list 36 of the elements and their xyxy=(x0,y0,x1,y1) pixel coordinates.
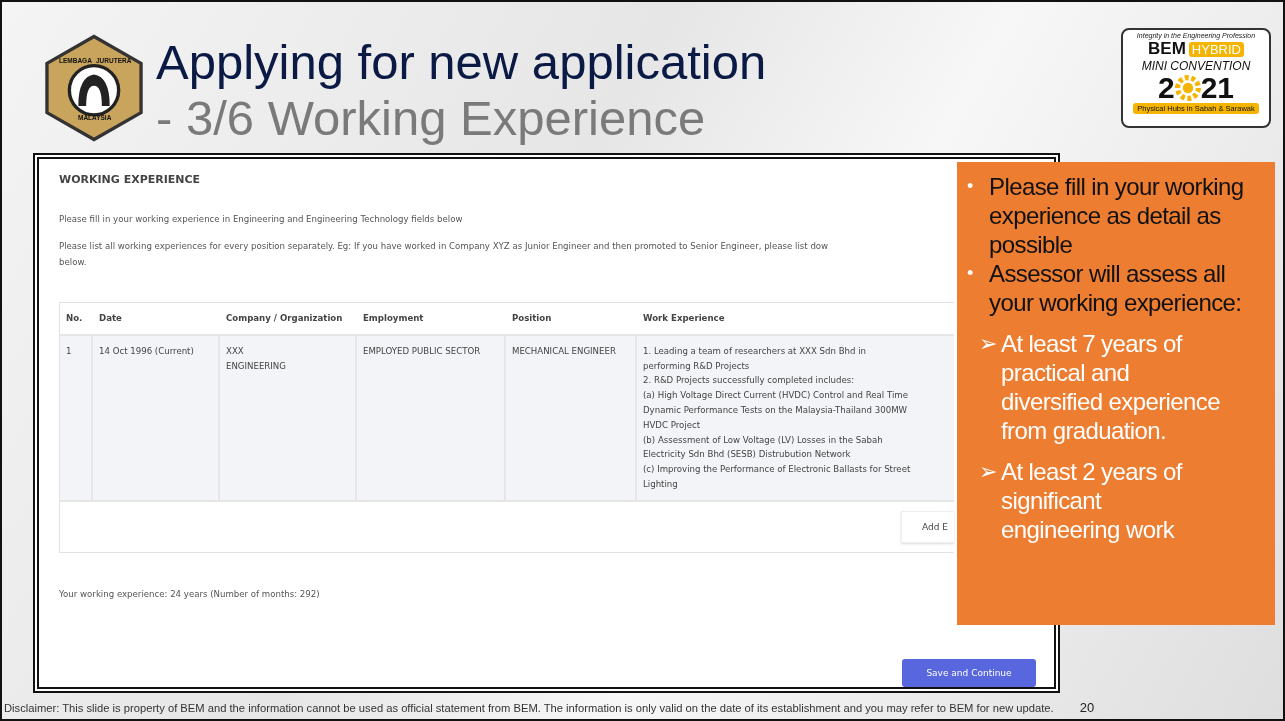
note-text: Assessor will assess all your working experience: xyxy=(989,259,1243,317)
add-experience-button[interactable]: Add E xyxy=(901,510,954,543)
table-cell: 1 xyxy=(60,335,93,500)
bullet-marker: ➢ xyxy=(979,330,998,358)
table-cell: 14 Oct 1996 (Current) xyxy=(93,335,220,500)
logo-year: 2 xyxy=(1157,73,1175,103)
save-continue-button[interactable]: Save and Continue xyxy=(902,658,1036,687)
logo-event: MINI CONVENTION xyxy=(1141,59,1251,73)
logo-badge: HYBRID xyxy=(1188,41,1244,57)
note-text: Please fill in your working experience as detail as possible xyxy=(989,172,1245,259)
gear-icon xyxy=(1174,75,1201,101)
column-header: Employment xyxy=(362,312,425,325)
note-text: At least 7 years of practical and diversified experience from graduation. xyxy=(1001,329,1221,445)
instruction-text: Please list all working experiences for every position separately. Eg: If you have worked in Company XYZ as Junior Engineer and then promoted to Senior Engineer, please list dow below. xyxy=(59,240,829,269)
page-number: 20 xyxy=(1079,700,1095,715)
bullet-marker: • xyxy=(967,175,974,198)
column-header: No. xyxy=(65,312,84,325)
section-heading: WORKING EXPERIENCE xyxy=(59,173,201,186)
disclaimer-text: Disclaimer: This slide is property of BEM and the information cannot be used as official statement from BEM. The information is only valid on the date of its establishment and you may refer to BEM for new update. xyxy=(4,701,1054,714)
table-cell: XXX ENGINEERING xyxy=(220,335,357,500)
table-cell: EMPLOYED PUBLIC SECTOR xyxy=(357,335,506,500)
slide-title: Applying for new application xyxy=(156,34,767,90)
note-text: At least 2 years of significant engineering work xyxy=(1001,457,1184,544)
column-header: Date xyxy=(98,312,123,325)
bullet-marker: • xyxy=(967,262,974,285)
column-header: Company / Organization xyxy=(225,312,344,325)
slide-subtitle: - 3/6 Working Experience xyxy=(156,90,707,146)
column-header: Work Experience xyxy=(642,312,726,325)
intro-text: Please fill in your working experience in Engineering and Engineering Technology fields below xyxy=(59,214,463,224)
logo-brand: BEM xyxy=(1148,39,1186,59)
logo-year: 21 xyxy=(1200,73,1235,103)
column-header: Position xyxy=(511,312,553,325)
table-cell-text: 1. Leading a team of researchers at XXX Sdn Bhd in performing R&D Projects 2. R&D Projects successfully completed includes: (a) High Voltage Direct Current (HVDC) Control and Real Time Dynamic Performance Tests on the Malaysia-Thailand 300MW HVDC Project (b) Assessment of Low Voltage (LV) Losses in the Sabah Electricity Sdn Bhd (SESB) Distrubution Network (c) Improving the Performance of Electronic Ballasts for Street Lighting xyxy=(642,344,912,491)
table-cell: MECHANICAL ENGINEER xyxy=(506,335,637,500)
bullet-marker: ➢ xyxy=(979,458,998,486)
experience-summary: Your working experience: 24 years (Number of months: 292) xyxy=(59,588,320,599)
